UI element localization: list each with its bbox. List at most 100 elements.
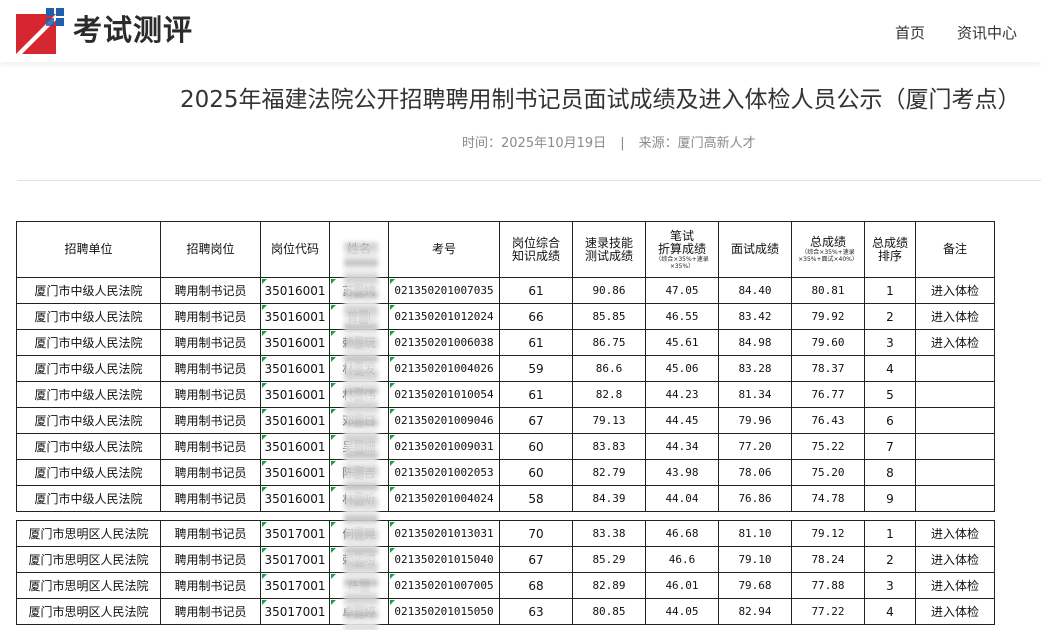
cell-unit: 厦门市中级人民法院 (16, 303, 161, 330)
cell-remark: 进入体检 (915, 598, 995, 625)
cell-unit-text: 厦门市思明区人民法院 (28, 579, 149, 593)
site-header: 考试测评 首页 资讯中心 (0, 0, 1041, 62)
cell-code: 35017001 (260, 598, 330, 625)
time-label: 时间： (462, 136, 502, 151)
cell-comprehensive: 61 (499, 277, 573, 304)
cell-comprehensive-text: 58 (528, 491, 544, 506)
cell-unit: 厦门市中级人民法院 (16, 459, 161, 486)
cell-total: 79.12 (791, 520, 865, 547)
cell-code: 35017001 (260, 572, 330, 599)
cell-rank: 9 (864, 485, 916, 512)
meta-separator: | (620, 136, 625, 151)
cell-comprehensive-text: 61 (528, 387, 544, 402)
cell-marker (262, 461, 267, 466)
cell-rank-text: 5 (886, 387, 894, 402)
cell-unit-text: 厦门市思明区人民法院 (28, 553, 149, 567)
cell-marker (390, 305, 395, 310)
cell-post: 聘用制书记员 (160, 407, 261, 434)
cell-total-text: 79.60 (811, 336, 845, 349)
cell-written-text: 44.04 (665, 492, 699, 505)
cell-written-text: 46.6 (668, 553, 696, 566)
cell-post: 聘用制书记员 (160, 355, 261, 382)
cell-code-text: 35016001 (264, 491, 326, 506)
cell-rank: 1 (864, 520, 916, 547)
cell-marker (331, 522, 336, 527)
cell-interview-text: 82.94 (738, 605, 772, 618)
cell-comprehensive: 60 (499, 433, 573, 460)
cell-rank-text: 4 (886, 604, 894, 619)
cell-code-text: 35016001 (264, 387, 326, 402)
nav-news-center[interactable]: 资讯中心 (957, 22, 1017, 43)
cell-marker (262, 383, 267, 388)
cell-code-text: 35016001 (264, 309, 326, 324)
cell-written: 46.68 (645, 520, 719, 547)
header-post: 招聘岗位 (160, 221, 261, 278)
cell-total: 79.92 (791, 303, 865, 330)
cell-marker (390, 574, 395, 579)
cell-rank-text: 1 (886, 526, 894, 541)
group-gap (16, 511, 995, 521)
cell-typing: 82.79 (572, 459, 646, 486)
cell-interview-text: 81.10 (738, 527, 772, 540)
cell-typing-text: 79.13 (592, 414, 626, 427)
cell-unit: 厦门市中级人民法院 (16, 277, 161, 304)
logo-text[interactable]: 考试测评 (73, 12, 193, 48)
cell-code: 35017001 (260, 546, 330, 573)
cell-post-text: 聘用制书记员 (174, 336, 247, 350)
cell-interview: 77.20 (718, 433, 792, 460)
cell-post: 聘用制书记员 (160, 520, 261, 547)
cell-marker (331, 331, 336, 336)
cell-written: 44.23 (645, 381, 719, 408)
cell-unit: 厦门市思明区人民法院 (16, 520, 161, 547)
cell-unit-text: 厦门市思明区人民法院 (28, 605, 149, 619)
cell-interview: 81.10 (718, 520, 792, 547)
cell-unit-text: 厦门市中级人民法院 (34, 336, 143, 350)
cell-marker (390, 435, 395, 440)
cell-comprehensive-text: 61 (528, 283, 544, 298)
header-rank: 总成绩排序 (864, 221, 916, 278)
cell-total: 77.22 (791, 598, 865, 625)
cell-unit: 厦门市思明区人民法院 (16, 598, 161, 625)
cell-marker (331, 600, 336, 605)
cell-code: 35016001 (260, 277, 330, 304)
cell-total: 78.24 (791, 546, 865, 573)
cell-total: 75.22 (791, 433, 865, 460)
cell-post-text: 聘用制书记员 (174, 527, 247, 541)
cell-interview: 84.40 (718, 277, 792, 304)
cell-marker (262, 331, 267, 336)
cell-exam-no: 021350201006038 (388, 329, 500, 356)
name-redaction (344, 242, 378, 630)
cell-comprehensive: 67 (499, 546, 573, 573)
cell-remark (915, 381, 995, 408)
cell-marker (262, 548, 267, 553)
cell-remark (915, 485, 995, 512)
cell-code-text: 35017001 (264, 552, 326, 567)
cell-exam-no-text: 021350201015050 (394, 605, 494, 618)
article-meta: 时间：2025年10月19日 | 来源：厦门高新人才 (462, 132, 756, 151)
cell-unit: 厦门市思明区人民法院 (16, 572, 161, 599)
cell-typing: 83.83 (572, 433, 646, 460)
cell-interview-text: 84.98 (738, 336, 772, 349)
cell-typing-text: 86.75 (592, 336, 626, 349)
cell-interview: 83.28 (718, 355, 792, 382)
cell-remark: 进入体检 (915, 277, 995, 304)
cell-total: 79.60 (791, 329, 865, 356)
cell-typing: 90.86 (572, 277, 646, 304)
cell-typing-text: 85.29 (592, 553, 626, 566)
cell-comprehensive: 59 (499, 355, 573, 382)
cell-interview-text: 79.10 (738, 553, 772, 566)
cell-marker (390, 331, 395, 336)
cell-typing: 86.6 (572, 355, 646, 382)
cell-comprehensive: 67 (499, 407, 573, 434)
cell-total: 74.78 (791, 485, 865, 512)
cell-total-text: 79.12 (811, 527, 845, 540)
cell-rank-text: 6 (886, 413, 894, 428)
logo-icon[interactable] (16, 8, 64, 54)
nav-home[interactable]: 首页 (895, 22, 925, 43)
cell-unit-text: 厦门市思明区人民法院 (28, 527, 149, 541)
cell-total-text: 75.22 (811, 440, 845, 453)
cell-marker (331, 548, 336, 553)
cell-comprehensive-text: 68 (528, 578, 544, 593)
table-row: 厦门市中级人民法院聘用制书记员35016001曾▒i02135020101202… (16, 303, 995, 330)
cell-code-text: 35016001 (264, 283, 326, 298)
